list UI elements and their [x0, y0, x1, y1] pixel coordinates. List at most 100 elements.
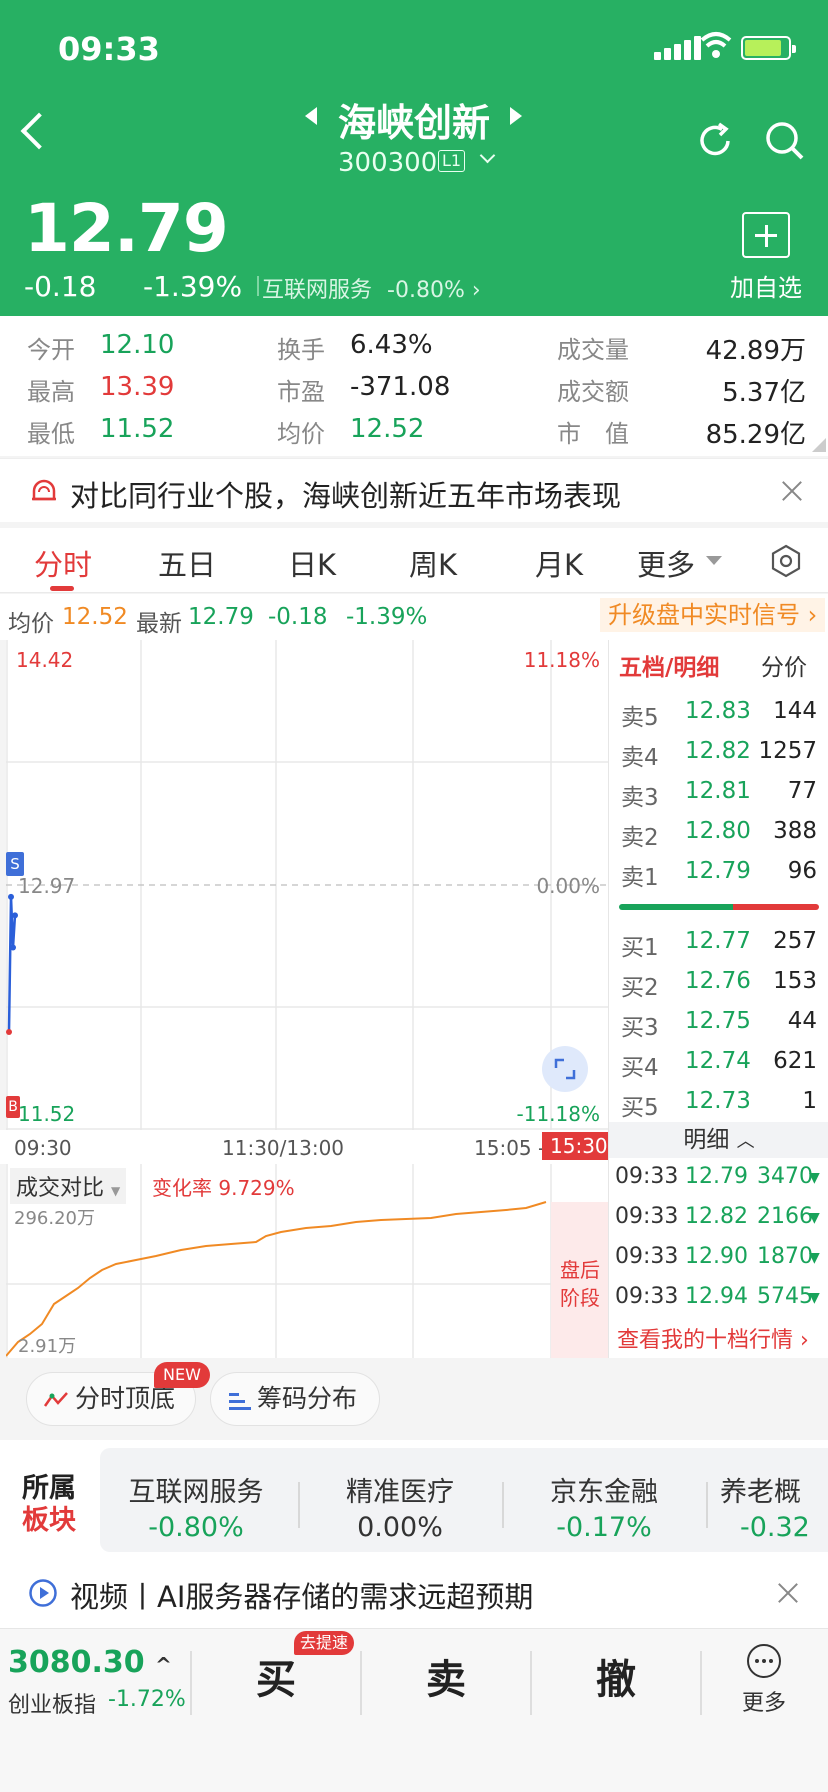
avg-label: 均价 [8, 611, 54, 637]
intraday-chart-svg [6, 640, 608, 1130]
view-ten-level-label: 查看我的十档行情 [617, 1328, 794, 1353]
next-stock-icon[interactable] [510, 107, 522, 125]
expand-corner-icon[interactable] [812, 438, 826, 452]
y-bottom-label: 11.52 [18, 1102, 76, 1126]
industry-link[interactable]: 互联网服务 -0.80% › [262, 272, 481, 304]
stock-header: 09:33 海峡创新 300300 L1 12.79 -0.18 -1.39% … [0, 0, 828, 316]
search-icon[interactable] [762, 118, 806, 162]
tick-row: 09:33 12.94 5745 ▼ [609, 1284, 828, 1324]
add-watchlist-button[interactable] [742, 212, 790, 258]
close-icon[interactable] [778, 1583, 798, 1603]
ask-volume: 77 [787, 778, 817, 804]
view-ten-level-link[interactable]: 查看我的十档行情 › [617, 1322, 809, 1354]
settings-icon[interactable] [770, 544, 802, 578]
tick-price: 12.90 [685, 1244, 748, 1269]
tab-order-book[interactable]: 五档/明细 [619, 648, 719, 682]
buy-marker: B [6, 1096, 20, 1118]
volume-compare-dropdown[interactable]: 成交对比 ▼ [10, 1168, 127, 1204]
stat-value-low: 11.52 [100, 414, 175, 444]
stat-label: 今开 [27, 336, 75, 364]
sector-item-name[interactable]: 精准医疗 [310, 1470, 490, 1509]
divider [700, 1651, 702, 1715]
tab-intraday[interactable]: 分时 [34, 542, 92, 584]
volume-top-label: 296.20万 [14, 1208, 95, 1229]
sector-item-name[interactable]: 养老概 [720, 1470, 828, 1509]
fullscreen-button[interactable] [542, 1046, 588, 1092]
compare-banner[interactable]: 对比同行业个股，海峡创新近五年市场表现 [0, 458, 828, 522]
more-label[interactable]: 更多 [742, 1685, 786, 1717]
cancel-order-button[interactable]: 撤 [596, 1647, 636, 1705]
sell-button[interactable]: 卖 [426, 1647, 466, 1705]
stat-label: 市 值 [557, 420, 629, 448]
sector-section: 所属 板块 互联网服务 -0.80% 精准医疗 0.00% 京东金融 -0.17… [0, 1440, 828, 1558]
battery-icon [741, 36, 796, 60]
sector-item-value: -0.32 [740, 1512, 810, 1543]
caret-down-icon[interactable] [706, 556, 722, 565]
pct-mid-label: 0.00% [536, 874, 600, 898]
tick-time: 09:33 [615, 1204, 679, 1229]
tick-time: 09:33 [615, 1284, 679, 1309]
feature-row: 分时顶底 筹码分布 [0, 1358, 828, 1436]
tab-monthly-k[interactable]: 月K [535, 542, 583, 584]
index-name: 创业板指 [8, 1693, 97, 1718]
price-info-line: 均价 12.52 最新 12.79 -0.18 -1.39% 升级盘中实时信号 … [0, 594, 828, 640]
stat-label: 最高 [27, 378, 75, 406]
sector-item-value: -0.17% [556, 1512, 652, 1543]
ask-row: 卖1 12.79 96 [609, 858, 828, 898]
ask-label: 卖5 [621, 705, 659, 731]
divider [298, 1482, 300, 1528]
tick-time: 09:33 [615, 1164, 679, 1189]
detail-header[interactable]: 明细 ︿ [609, 1122, 828, 1158]
y-top-label: 14.42 [16, 648, 74, 672]
price-point [12, 912, 18, 919]
bid-price: 12.74 [685, 1048, 751, 1074]
change-rate: 变化率 9.729% [152, 1176, 295, 1200]
industry-pct: -0.80% [387, 278, 465, 303]
sector-item-value: -0.80% [148, 1512, 244, 1543]
index-widget[interactable]: 3080.30 ^ [8, 1645, 172, 1680]
add-watchlist-label[interactable]: 加自选 [730, 268, 802, 303]
bid-ask-ratio-bar [619, 904, 819, 910]
sector-item-name[interactable]: 互联网服务 [106, 1470, 286, 1509]
x-label: 09:30 [14, 1136, 72, 1160]
video-news-banner[interactable]: 视频丨AI服务器存储的需求远超预期 [0, 1558, 828, 1628]
tab-more[interactable]: 更多 [637, 542, 695, 584]
bid-label: 买4 [621, 1055, 659, 1081]
order-book: 五档/明细 分价 卖5 12.83 144 卖4 12.82 1257 卖3 12.81 7… [608, 640, 828, 1358]
ask-volume: 96 [787, 858, 817, 884]
bid-label: 买1 [621, 935, 659, 961]
refresh-icon[interactable] [694, 120, 736, 162]
pct-top-label: 11.18% [523, 648, 600, 672]
bid-label: 买2 [621, 975, 659, 1001]
tab-weekly-k[interactable]: 周K [409, 542, 457, 584]
buy-button[interactable]: 买 [256, 1647, 296, 1705]
chart-tabs: 分时 五日 日K 周K 月K 更多 [0, 528, 828, 593]
tab-price-dist[interactable]: 分价 [761, 648, 807, 682]
sector-title: 板块 [22, 1505, 76, 1536]
divider [530, 1651, 532, 1715]
bid-row: 买4 12.74 621 [609, 1048, 828, 1088]
ask-row: 卖4 12.82 1257 [609, 738, 828, 778]
close-icon[interactable] [782, 481, 802, 501]
tick-row: 09:33 12.90 1870 ▼ [609, 1244, 828, 1284]
trend-icon [43, 1392, 68, 1407]
latest-change-pct: -1.39% [346, 604, 428, 630]
sector-item-name[interactable]: 京东金融 [514, 1470, 694, 1509]
tick-time: 09:33 [615, 1244, 679, 1269]
chip-distribution-button[interactable]: 筹码分布 [210, 1372, 380, 1426]
after-hours-label: 盘后 [560, 1258, 600, 1282]
bid-price: 12.75 [685, 1008, 751, 1034]
new-badge: NEW [154, 1362, 210, 1388]
video-title: 视频丨AI服务器存储的需求远超预期 [70, 1580, 534, 1614]
tab-five-day[interactable]: 五日 [158, 542, 216, 584]
more-icon[interactable] [746, 1643, 782, 1679]
bid-row: 买1 12.77 257 [609, 928, 828, 968]
intraday-chart[interactable]: 14.42 12.97 11.52 11.18% 0.00% -11.18% S… [6, 640, 608, 1130]
chevron-down-icon[interactable] [479, 147, 496, 164]
pct-bottom-label: -11.18% [516, 1102, 600, 1126]
volume-compare-chart[interactable]: 成交对比 ▼ 变化率 9.729% 296.20万 2.91万 盘后 阶段 [6, 1164, 608, 1358]
sector-card: 互联网服务 -0.80% 精准医疗 0.00% 京东金融 -0.17% 养老概 … [100, 1448, 828, 1552]
active-tab-indicator [50, 586, 74, 591]
upgrade-signal-button[interactable]: 升级盘中实时信号 › [600, 598, 826, 632]
tab-daily-k[interactable]: 日K [288, 542, 336, 584]
